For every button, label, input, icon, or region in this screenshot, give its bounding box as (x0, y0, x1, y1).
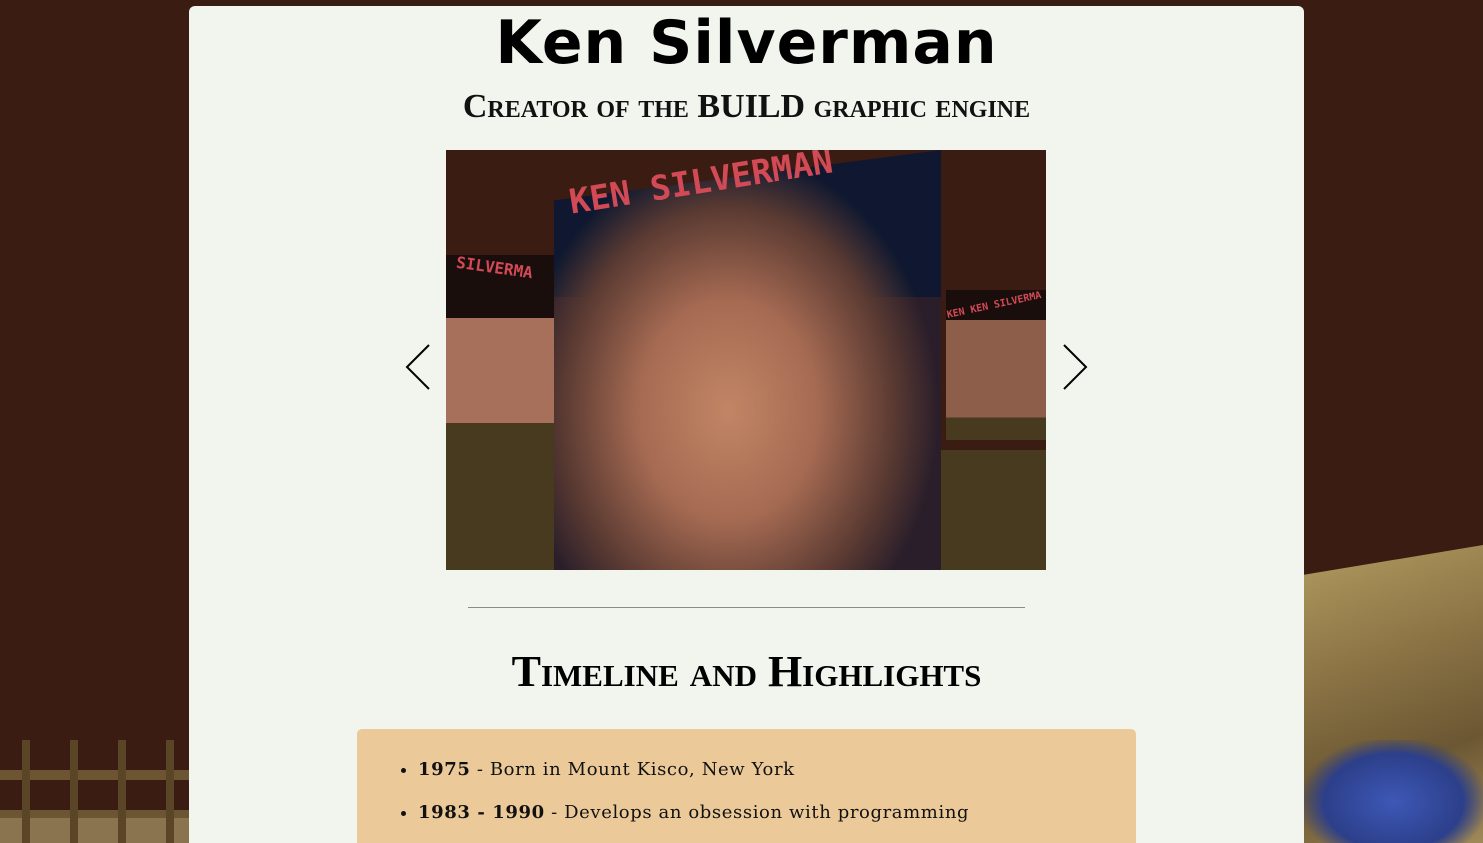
timeline-year: 1975 (418, 759, 471, 780)
timeline-item: 1983 - 1990 - Develops an obsession with… (418, 802, 1136, 823)
timeline-heading: Timeline and Highlights (511, 647, 982, 696)
chevron-left-icon (405, 344, 430, 390)
page-title: Ken Silverman (495, 8, 998, 78)
main-card: Ken Silverman Creator of the BUILD graph… (189, 6, 1304, 843)
carousel-prev-button[interactable] (404, 342, 434, 392)
section-divider (468, 607, 1025, 608)
image-carousel[interactable]: KEN SILVERMAN SILVERMA KEN KEN SILVERMA (446, 150, 1046, 570)
timeline-text: - Develops an obsession with programming (544, 802, 970, 823)
page-subtitle: Creator of the BUILD graphic engine (462, 88, 1031, 125)
background-fence (0, 740, 189, 843)
chevron-right-icon (1063, 344, 1088, 390)
background-water (1304, 740, 1483, 843)
carousel-face-left (446, 255, 556, 465)
timeline-item: 1975 - Born in Mount Kisco, New York (418, 759, 1136, 780)
timeline-year: 1983 - 1990 (418, 802, 545, 823)
timeline-box: 1975 - Born in Mount Kisco, New York 198… (357, 729, 1136, 843)
timeline-list: 1975 - Born in Mount Kisco, New York 198… (357, 729, 1136, 823)
carousel-next-button[interactable] (1059, 342, 1089, 392)
timeline-text: - Born in Mount Kisco, New York (470, 759, 795, 780)
